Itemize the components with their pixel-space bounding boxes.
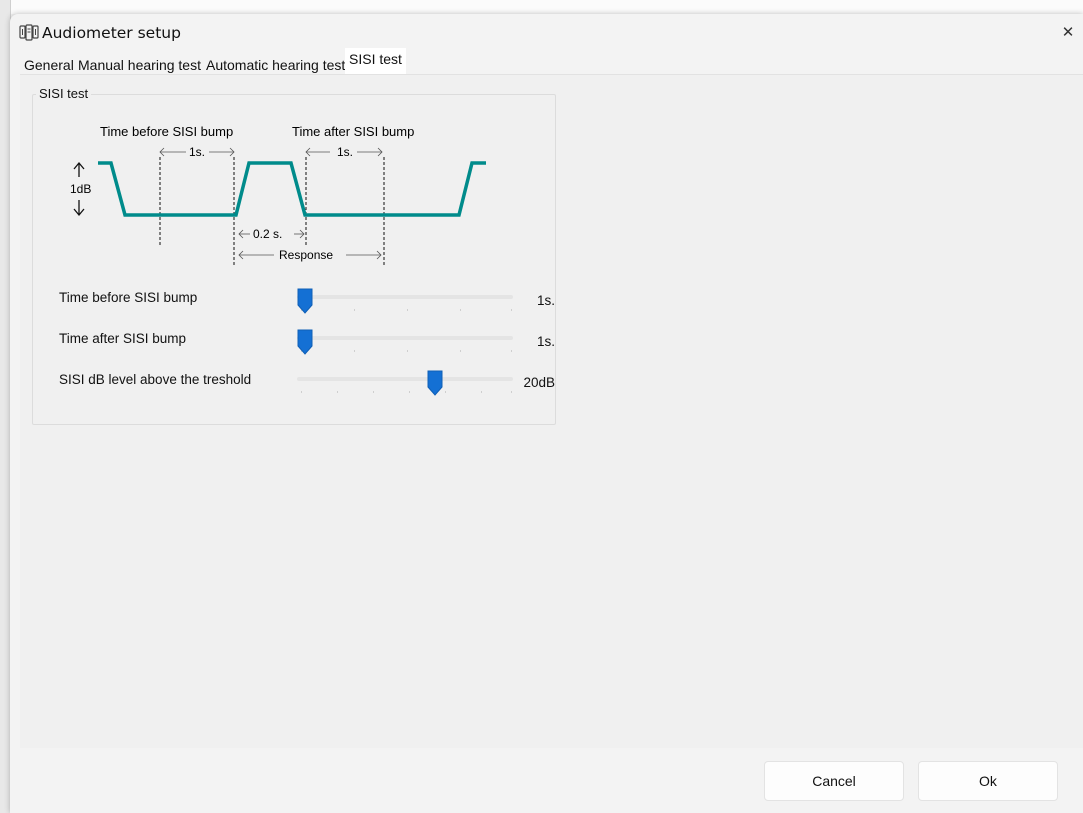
time-before-label: Time before SISI bump xyxy=(59,290,198,305)
time-before-slider[interactable] xyxy=(297,288,515,317)
title-bar[interactable]: Audiometer setup ✕ xyxy=(10,14,1083,52)
ok-button[interactable]: Ok xyxy=(918,761,1058,801)
slider-track xyxy=(297,295,513,299)
cancel-button[interactable]: Cancel xyxy=(764,761,904,801)
tab-automatic-hearing-test[interactable]: Automatic hearing test xyxy=(206,52,345,76)
slider-thumb[interactable] xyxy=(297,288,313,314)
slider-thumb[interactable] xyxy=(427,370,443,396)
sisi-db-level-label: SISI dB level above the treshold xyxy=(59,372,252,387)
tab-sisi-test[interactable]: SISI test xyxy=(345,48,406,74)
slider-thumb[interactable] xyxy=(297,329,313,355)
time-after-value: 1s. xyxy=(536,334,555,349)
audiometer-setup-dialog: Audiometer setup ✕ General Manual hearin… xyxy=(10,14,1083,813)
slider-track xyxy=(297,377,513,381)
window-title: Audiometer setup xyxy=(42,24,181,42)
audiometer-icon xyxy=(19,24,39,41)
close-icon[interactable]: ✕ xyxy=(1057,22,1079,44)
guide-lines xyxy=(159,157,385,265)
sisi-db-level-value: 20dB xyxy=(523,375,555,390)
sisi-waveform xyxy=(98,161,486,217)
time-before-value: 1s. xyxy=(536,293,555,308)
sisi-db-level-slider[interactable] xyxy=(297,370,515,399)
groupbox-title: SISI test xyxy=(36,86,92,101)
time-after-slider[interactable] xyxy=(297,329,515,358)
response-label: Response xyxy=(279,248,333,262)
tab-general[interactable]: General xyxy=(24,52,74,76)
amplitude-value: 1dB xyxy=(70,182,91,196)
tab-manual-hearing-test[interactable]: Manual hearing test xyxy=(78,52,201,76)
sisi-timing-diagram: Time before SISI bump Time after SISI bu… xyxy=(70,124,486,265)
before-interval-value: 1s. xyxy=(189,145,205,159)
background-window-edge xyxy=(0,0,1083,14)
tab-content-panel: SISI test Time before SISI bump Time aft… xyxy=(20,74,1083,749)
slider-ticks xyxy=(301,350,512,352)
diagram-time-before-label: Time before SISI bump xyxy=(100,124,233,139)
after-interval-value: 1s. xyxy=(337,145,353,159)
time-after-label: Time after SISI bump xyxy=(59,331,187,346)
dialog-footer: Cancel Ok xyxy=(10,748,1083,813)
slider-ticks xyxy=(301,391,512,393)
slider-track xyxy=(297,336,513,340)
bump-duration-value: 0.2 s. xyxy=(253,227,282,241)
diagram-time-after-label: Time after SISI bump xyxy=(292,124,414,139)
slider-ticks xyxy=(301,309,512,311)
